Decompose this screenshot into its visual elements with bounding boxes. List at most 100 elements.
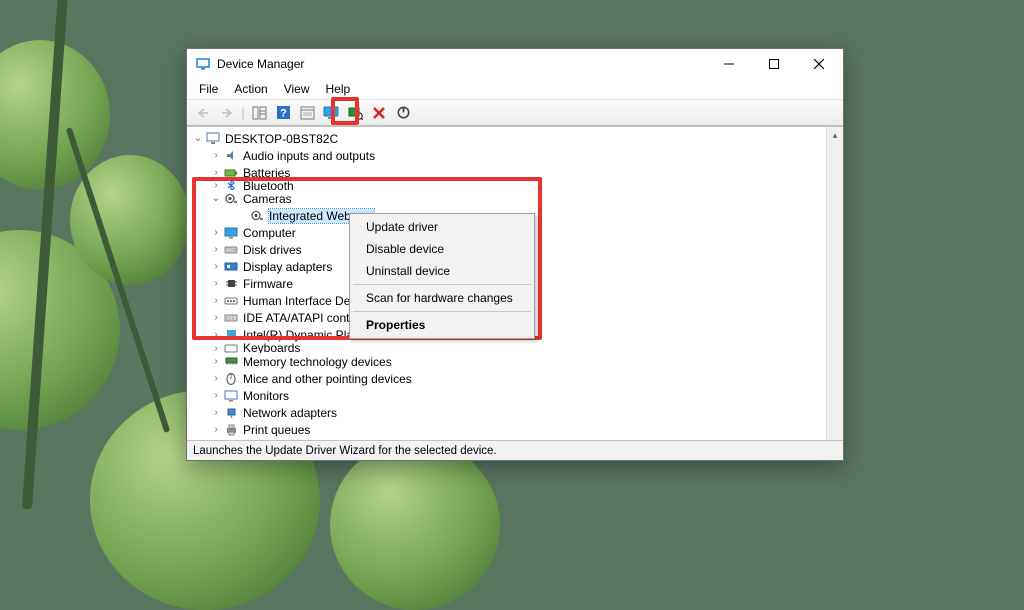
tree-label: Firmware bbox=[243, 277, 293, 291]
chevron-right-icon[interactable] bbox=[209, 261, 223, 272]
chevron-right-icon[interactable] bbox=[209, 356, 223, 367]
ctx-properties[interactable]: Properties bbox=[352, 314, 532, 336]
tree-item-monitors[interactable]: Monitors bbox=[187, 387, 826, 404]
tree-label: Intel(R) Dynamic Pla bbox=[243, 328, 353, 342]
device-manager-window: Device Manager File Action View Help | ? bbox=[186, 48, 844, 461]
chip-icon bbox=[223, 276, 239, 292]
battery-icon bbox=[223, 165, 239, 181]
update-driver-button[interactable] bbox=[320, 102, 342, 124]
tree-item-cameras[interactable]: Cameras bbox=[187, 190, 826, 207]
chevron-down-icon[interactable] bbox=[191, 133, 205, 144]
scroll-up-icon[interactable]: ▴ bbox=[827, 127, 843, 144]
bg-leaf bbox=[70, 155, 190, 285]
chevron-right-icon[interactable] bbox=[209, 295, 223, 306]
tree-item-batteries[interactable]: Batteries bbox=[187, 164, 826, 181]
cpu-icon bbox=[223, 439, 239, 441]
chevron-right-icon[interactable] bbox=[209, 373, 223, 384]
network-icon bbox=[223, 405, 239, 421]
tree-label: Bluetooth bbox=[243, 181, 294, 190]
chevron-right-icon[interactable] bbox=[209, 167, 223, 178]
disable-device-button[interactable] bbox=[392, 102, 414, 124]
tree-label: Print queues bbox=[243, 423, 310, 437]
vertical-scrollbar[interactable]: ▴ bbox=[826, 127, 843, 440]
mouse-icon bbox=[223, 371, 239, 387]
tree-item-memory-tech[interactable]: Memory technology devices bbox=[187, 353, 826, 370]
camera-icon bbox=[223, 191, 239, 207]
chevron-right-icon[interactable] bbox=[209, 329, 223, 340]
toolbar: | ? bbox=[187, 99, 843, 126]
status-text: Launches the Update Driver Wizard for th… bbox=[193, 445, 497, 457]
svg-text:?: ? bbox=[280, 108, 287, 120]
display-adapter-icon bbox=[223, 259, 239, 275]
tree-item-audio[interactable]: Audio inputs and outputs bbox=[187, 147, 826, 164]
menu-file[interactable]: File bbox=[192, 80, 225, 98]
bg-leaf bbox=[330, 440, 500, 610]
tree-item-processors[interactable]: Processors bbox=[187, 438, 826, 440]
tree-root[interactable]: DESKTOP-0BST82C bbox=[187, 130, 826, 147]
chevron-right-icon[interactable] bbox=[209, 390, 223, 401]
menu-help[interactable]: Help bbox=[319, 80, 358, 98]
chevron-right-icon[interactable] bbox=[209, 278, 223, 289]
context-menu: Update driver Disable device Uninstall d… bbox=[349, 213, 535, 339]
tree-item-network-adapters[interactable]: Network adapters bbox=[187, 404, 826, 421]
ctx-scan-hardware[interactable]: Scan for hardware changes bbox=[352, 287, 532, 309]
titlebar[interactable]: Device Manager bbox=[187, 49, 843, 79]
tree-label: Display adapters bbox=[243, 260, 332, 274]
app-icon bbox=[195, 56, 211, 72]
separator bbox=[353, 284, 531, 285]
menu-view[interactable]: View bbox=[277, 80, 317, 98]
menu-action[interactable]: Action bbox=[227, 80, 274, 98]
chevron-right-icon[interactable] bbox=[209, 181, 223, 190]
separator bbox=[353, 311, 531, 312]
monitor-icon bbox=[223, 225, 239, 241]
minimize-button[interactable] bbox=[706, 50, 751, 79]
keyboard-icon bbox=[223, 343, 239, 353]
chevron-right-icon[interactable] bbox=[209, 227, 223, 238]
show-hide-tree-button[interactable] bbox=[248, 102, 270, 124]
back-button[interactable] bbox=[192, 102, 214, 124]
uninstall-device-button[interactable] bbox=[368, 102, 390, 124]
tree-label: Human Interface De bbox=[243, 294, 350, 308]
tree-label: Disk drives bbox=[243, 243, 302, 257]
separator-icon: | bbox=[240, 102, 246, 124]
scan-hardware-button[interactable] bbox=[344, 102, 366, 124]
chevron-down-icon[interactable] bbox=[209, 193, 223, 204]
computer-icon bbox=[205, 131, 221, 147]
ctx-update-driver[interactable]: Update driver bbox=[352, 216, 532, 238]
tree-label: Network adapters bbox=[243, 406, 337, 420]
tree-item-keyboards[interactable]: Keyboards bbox=[187, 343, 826, 353]
chevron-right-icon[interactable] bbox=[209, 244, 223, 255]
statusbar: Launches the Update Driver Wizard for th… bbox=[187, 440, 843, 460]
chevron-right-icon[interactable] bbox=[209, 343, 223, 353]
tree-label: Audio inputs and outputs bbox=[243, 149, 375, 163]
tree-item-mice[interactable]: Mice and other pointing devices bbox=[187, 370, 826, 387]
tree-item-print-queues[interactable]: Print queues bbox=[187, 421, 826, 438]
hid-icon bbox=[223, 293, 239, 309]
forward-button[interactable] bbox=[216, 102, 238, 124]
chevron-right-icon[interactable] bbox=[209, 424, 223, 435]
tree-label: Computer bbox=[243, 226, 296, 240]
chevron-right-icon[interactable] bbox=[209, 312, 223, 323]
intel-icon bbox=[223, 327, 239, 343]
tree-label: DESKTOP-0BST82C bbox=[225, 132, 338, 146]
tree-label: Mice and other pointing devices bbox=[243, 372, 412, 386]
ctx-disable-device[interactable]: Disable device bbox=[352, 238, 532, 260]
close-button[interactable] bbox=[796, 50, 841, 79]
tree-label: IDE ATA/ATAPI contr bbox=[243, 311, 353, 325]
audio-icon bbox=[223, 148, 239, 164]
ctx-uninstall-device[interactable]: Uninstall device bbox=[352, 260, 532, 282]
tree-pane: ▴ DESKTOP-0BST82C Audio inputs and outpu… bbox=[187, 126, 843, 440]
tree-label: Cameras bbox=[243, 192, 292, 206]
printer-icon bbox=[223, 422, 239, 438]
window-title: Device Manager bbox=[217, 57, 304, 71]
properties-button[interactable] bbox=[296, 102, 318, 124]
monitor-icon bbox=[223, 388, 239, 404]
memory-icon bbox=[223, 354, 239, 370]
help-button[interactable]: ? bbox=[272, 102, 294, 124]
chevron-right-icon[interactable] bbox=[209, 407, 223, 418]
tree-item-bluetooth[interactable]: Bluetooth bbox=[187, 181, 826, 190]
maximize-button[interactable] bbox=[751, 50, 796, 79]
chevron-right-icon[interactable] bbox=[209, 150, 223, 161]
disk-icon bbox=[223, 242, 239, 258]
tree-label: Keyboards bbox=[243, 343, 300, 353]
